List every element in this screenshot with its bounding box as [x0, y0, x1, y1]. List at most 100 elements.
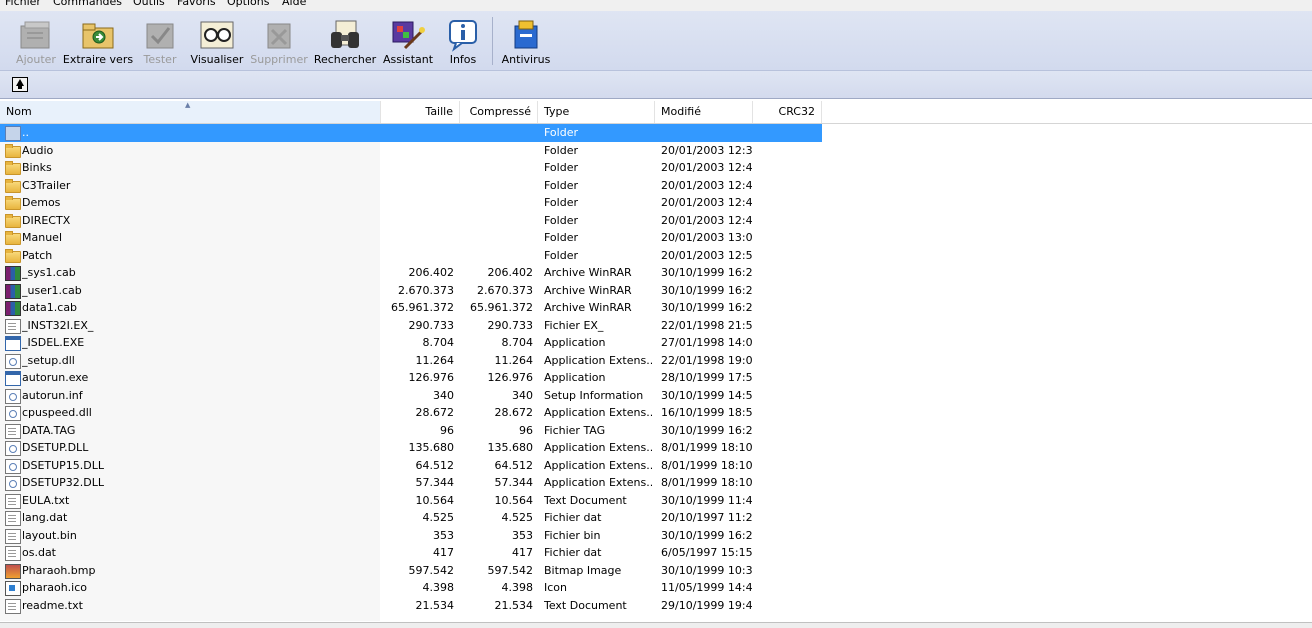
- file-modified-cell: 8/01/1999 18:10: [661, 441, 753, 454]
- file-size-cell: [381, 159, 454, 176]
- file-row[interactable]: _ISDEL.EXE 8.704 8.704 Application 27/01/199…: [0, 334, 822, 352]
- status-bar: [0, 622, 1312, 628]
- file-size-cell: 65.961.372: [391, 301, 454, 314]
- file-name-cell: _sys1.cab: [22, 266, 76, 279]
- file-name-cell: DATA.TAG: [22, 423, 76, 437]
- file-row[interactable]: DSETUP32.DLL 57.344 57.344 Application Exte…: [0, 474, 822, 492]
- menu-outils[interactable]: Outils: [133, 0, 165, 8]
- file-row[interactable]: _setup.dll 11.264 11.264 Application Extens…: [0, 352, 822, 370]
- toolbar-antivirus-button[interactable]: Antivirus: [494, 14, 558, 68]
- file-row[interactable]: Audio Folder 20/01/2003 12:38: [0, 142, 822, 160]
- menu-aide[interactable]: Aide: [282, 0, 306, 8]
- folder-icon: [5, 143, 21, 158]
- file-row[interactable]: DSETUP15.DLL 64.512 64.512 Application Exte…: [0, 457, 822, 475]
- file-modified-cell: 30/10/1999 16:22: [661, 283, 753, 297]
- antivirus-icon: [507, 18, 545, 52]
- file-row[interactable]: _INST32I.EX_ 290.733 290.733 Fichier EX_ 22/…: [0, 317, 822, 335]
- extract-to-icon: [79, 18, 117, 52]
- file-packed-cell: 64.512: [494, 458, 534, 472]
- folder-icon: [5, 178, 21, 193]
- file-crc-cell: [753, 352, 821, 369]
- file-packed-cell: 96: [519, 423, 533, 437]
- folder-icon: [5, 231, 21, 245]
- file-packed-cell: 135.680: [487, 441, 534, 454]
- file-row[interactable]: EULA.txt 10.564 10.564 Text Document 30/10/1…: [0, 492, 822, 510]
- file-packed-cell: [460, 247, 533, 264]
- file-type-cell: Application: [544, 336, 606, 349]
- file-row[interactable]: autorun.exe 126.976 126.976 Application 28/1…: [0, 369, 822, 387]
- column-packed[interactable]: Compressé: [460, 101, 538, 123]
- folder-icon: [5, 196, 21, 210]
- file-row[interactable]: data1.cab 65.961.372 65.961.372 Archive Win…: [0, 299, 822, 317]
- file-type-cell: Text Document: [544, 493, 627, 507]
- menu-fichier[interactable]: Fichier: [5, 0, 41, 8]
- file-type-cell: Fichier dat: [544, 546, 602, 559]
- file-type-cell: Folder: [544, 126, 578, 139]
- file-crc-cell: [753, 194, 821, 211]
- file-row[interactable]: .. Folder: [0, 124, 822, 142]
- file-type-cell: Fichier dat: [544, 511, 602, 524]
- file-type-cell: Folder: [544, 196, 578, 209]
- file-name-cell: Pharaoh.bmp: [22, 563, 96, 577]
- dll-file-icon: [5, 353, 21, 369]
- file-size-cell: 57.344: [415, 476, 455, 489]
- file-name-cell: layout.bin: [22, 528, 77, 542]
- file-packed-cell: 65.961.372: [470, 301, 533, 314]
- file-size-cell: 417: [433, 546, 454, 559]
- document-icon: [5, 493, 21, 509]
- file-row[interactable]: Manuel Folder 20/01/2003 13:03: [0, 229, 822, 247]
- file-modified-cell: 30/10/1999 16:24: [661, 301, 753, 314]
- file-modified-cell: 20/01/2003 12:45: [661, 178, 753, 192]
- file-type-cell: Icon: [544, 581, 567, 594]
- rar-archive-icon: [5, 301, 21, 316]
- file-name-cell: data1.cab: [22, 301, 78, 314]
- file-row[interactable]: readme.txt 21.534 21.534 Text Document 29/10…: [0, 597, 822, 615]
- file-row[interactable]: DIRECTX Folder 20/01/2003 12:47: [0, 212, 822, 230]
- file-row[interactable]: C3Trailer Folder 20/01/2003 12:45: [0, 177, 822, 195]
- column-size[interactable]: Taille: [381, 101, 460, 123]
- file-size-cell: 135.680: [408, 441, 455, 454]
- file-size-cell: 4.525: [422, 511, 455, 524]
- file-row[interactable]: Demos Folder 20/01/2003 12:47: [0, 194, 822, 212]
- file-packed-cell: 126.976: [487, 371, 534, 384]
- column-crc[interactable]: CRC32: [753, 101, 822, 123]
- file-row[interactable]: Pharaoh.bmp 597.542 597.542 Bitmap Image 30/…: [0, 562, 822, 580]
- dll-file-icon: [5, 406, 21, 421]
- file-modified-cell: 22/01/1998 21:54: [661, 318, 753, 332]
- menu-options[interactable]: Options: [227, 0, 269, 8]
- file-size-cell: 126.976: [408, 371, 455, 384]
- file-name-cell: lang.dat: [22, 511, 68, 524]
- column-modified[interactable]: Modifié: [655, 101, 753, 123]
- file-row[interactable]: _sys1.cab 206.402 206.402 Archive WinRAR 30/…: [0, 264, 822, 282]
- file-row[interactable]: pharaoh.ico 4.398 4.398 Icon 11/05/1999 14:4…: [0, 579, 822, 597]
- menu-favoris[interactable]: Favoris: [177, 0, 216, 8]
- application-icon: [5, 371, 21, 386]
- file-row[interactable]: autorun.inf 340 340 Setup Information 30/10/…: [0, 387, 822, 405]
- parent-folder-icon: [5, 126, 21, 141]
- file-row[interactable]: Binks Folder 20/01/2003 12:42: [0, 159, 822, 177]
- file-name-cell: _INST32I.EX_: [22, 318, 94, 332]
- file-modified-cell: 20/01/2003 12:42: [661, 161, 753, 174]
- file-row[interactable]: Patch Folder 20/01/2003 12:53: [0, 247, 822, 265]
- column-name[interactable]: Nom ▲: [0, 101, 381, 123]
- document-icon: [5, 546, 21, 561]
- file-row[interactable]: DATA.TAG 96 96 Fichier TAG 30/10/1999 16:22: [0, 422, 822, 440]
- file-size-cell: [381, 124, 454, 141]
- up-folder-icon[interactable]: [12, 77, 28, 92]
- toolbar-supprimer-button[interactable]: Supprimer: [247, 14, 311, 68]
- file-name-cell: DSETUP.DLL: [22, 441, 89, 454]
- file-row[interactable]: os.dat 417 417 Fichier dat 6/05/1997 15:15: [0, 544, 822, 562]
- file-row[interactable]: layout.bin 353 353 Fichier bin 30/10/1999 16…: [0, 527, 822, 545]
- file-row[interactable]: DSETUP.DLL 135.680 135.680 Application Exte…: [0, 439, 822, 457]
- file-size-cell: 597.542: [408, 563, 455, 577]
- file-row[interactable]: lang.dat 4.525 4.525 Fichier dat 20/10/1997 …: [0, 509, 822, 527]
- file-row[interactable]: cpuspeed.dll 28.672 28.672 Application Exte…: [0, 404, 822, 422]
- file-modified-cell: 30/10/1999 16:21: [661, 266, 753, 279]
- file-name-cell: DSETUP15.DLL: [22, 458, 105, 472]
- menu-commandes[interactable]: Commandes: [53, 0, 122, 8]
- file-row[interactable]: _user1.cab 2.670.373 2.670.373 Archive WinR…: [0, 282, 822, 300]
- column-type[interactable]: Type: [538, 101, 655, 123]
- file-packed-cell: 340: [512, 388, 533, 402]
- file-packed-cell: 10.564: [494, 493, 534, 507]
- file-list[interactable]: .. Folder Audio Folder 20/01/2003 12:38 Binks…: [0, 124, 1312, 621]
